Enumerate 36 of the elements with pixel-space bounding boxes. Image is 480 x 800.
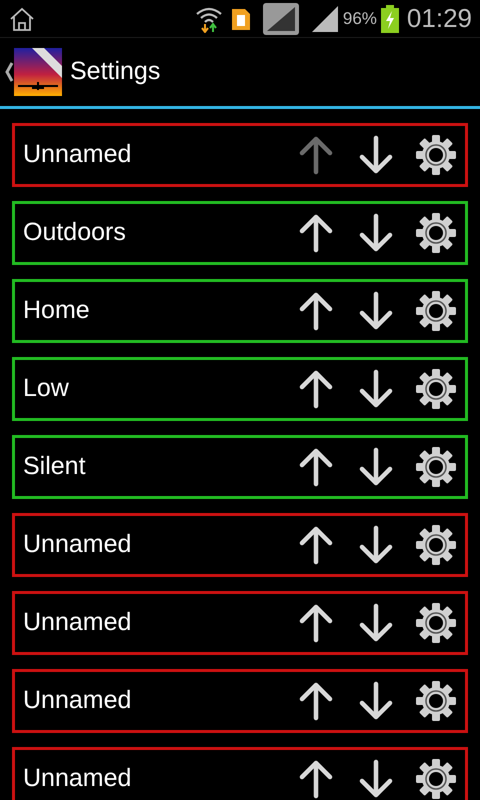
profile-row[interactable]: Silent (12, 435, 468, 499)
settings-icon[interactable] (415, 368, 457, 410)
settings-icon[interactable] (415, 212, 457, 254)
profile-row[interactable]: Low (12, 357, 468, 421)
screen-title: Settings (70, 56, 160, 88)
profile-name: Unnamed (23, 685, 132, 716)
profile-name: Unnamed (23, 139, 132, 170)
settings-icon[interactable] (415, 602, 457, 644)
battery-percent: 96% (342, 8, 377, 30)
profile-name: Low (23, 373, 70, 404)
profile-row[interactable]: Unnamed (12, 669, 468, 733)
profile-row[interactable]: Home (12, 279, 468, 343)
settings-icon[interactable] (415, 758, 457, 800)
profile-row[interactable]: Unnamed (12, 747, 468, 800)
profile-name: Unnamed (23, 529, 132, 560)
app-logo-icon (14, 48, 62, 96)
signal-icon (310, 4, 339, 32)
profile-row[interactable]: Unnamed (12, 513, 468, 577)
profile-name: Home (23, 295, 91, 326)
settings-icon[interactable] (415, 524, 457, 566)
back-icon (4, 61, 14, 83)
profile-name: Unnamed (23, 763, 132, 794)
profile-row[interactable]: Unnamed (12, 591, 468, 655)
sim-card-icon (230, 6, 251, 30)
clock: 01:29 (406, 2, 472, 35)
profile-row[interactable]: Unnamed (12, 123, 468, 187)
profile-name: Unnamed (23, 607, 132, 638)
profile-name: Silent (23, 451, 87, 482)
settings-icon[interactable] (415, 290, 457, 332)
signal-icon (262, 2, 299, 34)
battery-icon (380, 4, 399, 32)
settings-icon[interactable] (415, 680, 457, 722)
profile-name: Outdoors (23, 217, 127, 248)
profile-row[interactable]: Outdoors (12, 201, 468, 265)
settings-icon[interactable] (415, 446, 457, 488)
settings-icon[interactable] (415, 134, 457, 176)
